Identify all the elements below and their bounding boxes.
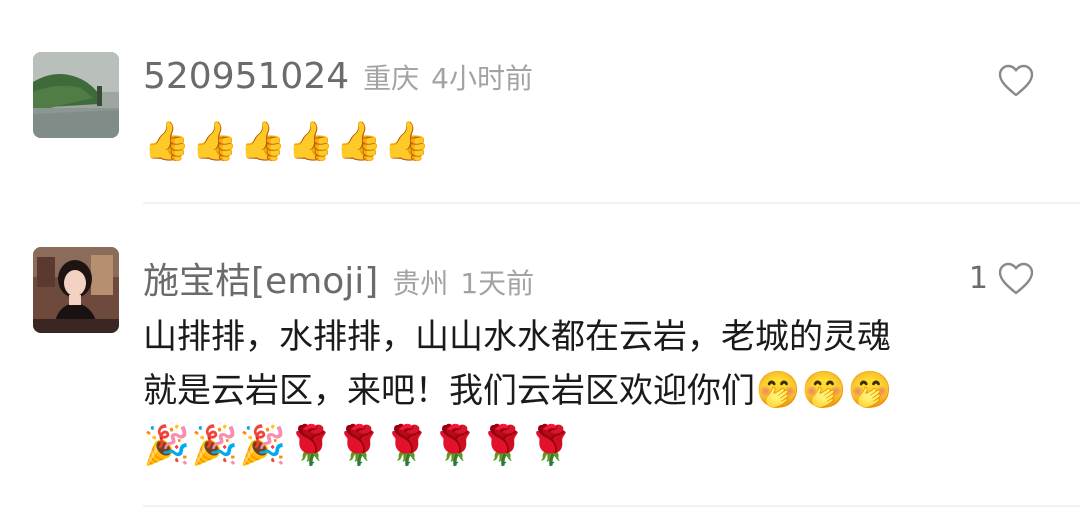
divider: [143, 202, 1080, 204]
party-popper-emoji: 🎉: [143, 423, 191, 467]
comment-text: 就是云岩区，来吧！我们云岩区欢迎你们: [143, 371, 755, 411]
rose-emoji: 🌹: [431, 423, 479, 467]
thumbs-up-emoji: 👍: [287, 119, 335, 163]
heart-outline-icon[interactable]: [998, 64, 1034, 98]
like-count: 1: [968, 261, 988, 296]
comment-meta: 施宝桔[emoji] 贵州 1天前: [143, 252, 534, 302]
like-button[interactable]: 1: [969, 261, 1034, 296]
comment-item: 520951024 重庆 4小时前 👍 👍 👍 👍 👍 👍: [0, 0, 1080, 205]
rose-emoji: 🌹: [527, 423, 575, 467]
comment-text-line: 就是云岩区，来吧！我们云岩区欢迎你们🤭🤭🤭: [143, 364, 1033, 418]
username[interactable]: 施宝桔[emoji]: [143, 252, 378, 304]
heart-outline-icon[interactable]: [998, 262, 1034, 296]
comment-list: 520951024 重庆 4小时前 👍 👍 👍 👍 👍 👍 施宝桔[emoji]…: [0, 0, 1080, 518]
comment-body: 山排排，水排排，山山水水都在云岩，老城的灵魂 就是云岩区，来吧！我们云岩区欢迎你…: [143, 310, 1033, 472]
shushing-face-emoji: 🤭: [755, 370, 801, 411]
user-avatar[interactable]: [33, 247, 119, 333]
rose-emoji: 🌹: [287, 423, 335, 467]
location: 贵州: [392, 267, 449, 300]
comment-text-line: 山排排，水排排，山山水水都在云岩，老城的灵魂: [143, 317, 891, 357]
thumbs-up-emoji: 👍: [335, 119, 383, 163]
location: 重庆: [363, 62, 420, 95]
rose-emoji: 🌹: [383, 423, 431, 467]
comment-body: 👍 👍 👍 👍 👍 👍: [143, 114, 1033, 168]
thumbs-up-emoji: 👍: [383, 119, 431, 163]
like-button[interactable]: [988, 64, 1034, 98]
emoji-row: 🎉 🎉 🎉 🌹 🌹 🌹 🌹 🌹 🌹: [143, 418, 1033, 472]
timestamp: 1天前: [460, 267, 535, 300]
timestamp: 4小时前: [431, 62, 533, 95]
user-avatar[interactable]: [33, 52, 119, 138]
woman-portrait-avatar-icon: [33, 247, 119, 333]
comment-meta: 520951024 重庆 4小时前: [143, 56, 533, 106]
comment-item: 施宝桔[emoji] 贵州 1天前 1 山排排，水排排，山山水水都在云岩，老城的…: [0, 205, 1080, 518]
landscape-lake-avatar-icon: [33, 52, 119, 138]
divider: [143, 505, 1080, 507]
party-popper-emoji: 🎉: [191, 423, 239, 467]
emoji-row: 👍 👍 👍 👍 👍 👍: [143, 114, 1033, 168]
thumbs-up-emoji: 👍: [239, 119, 287, 163]
thumbs-up-emoji: 👍: [191, 119, 239, 163]
thumbs-up-emoji: 👍: [143, 119, 191, 163]
party-popper-emoji: 🎉: [239, 423, 287, 467]
username[interactable]: 520951024: [143, 56, 349, 97]
rose-emoji: 🌹: [335, 423, 383, 467]
shushing-face-emoji: 🤭: [847, 370, 893, 411]
shushing-face-emoji: 🤭: [801, 370, 847, 411]
rose-emoji: 🌹: [479, 423, 527, 467]
